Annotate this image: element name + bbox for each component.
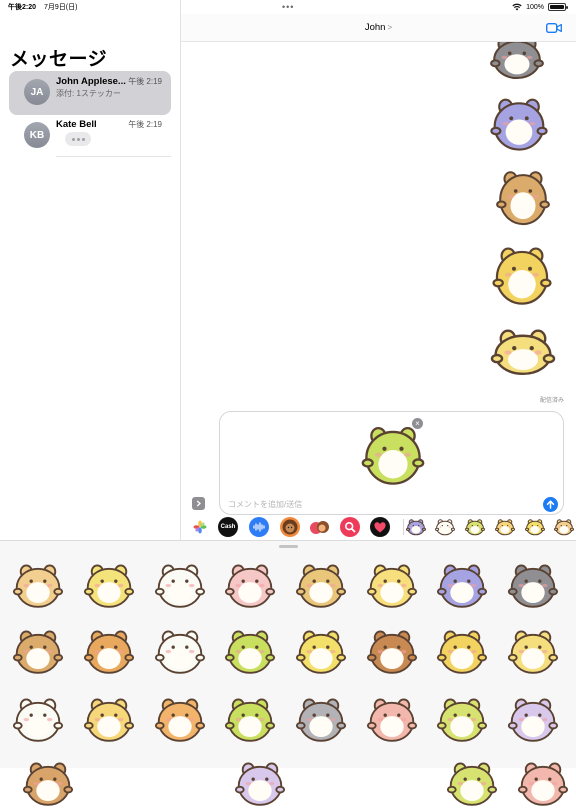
drawer-sticker-purple-cat[interactable] <box>405 517 427 537</box>
sticker-white-sheep[interactable] <box>152 557 208 613</box>
grabber-handle[interactable] <box>279 545 298 548</box>
chevron-right-icon <box>196 500 201 507</box>
sticker-green-croc[interactable] <box>222 691 278 747</box>
sticker-green-frog[interactable] <box>434 691 490 747</box>
conversation-name: Kate Bell <box>56 119 97 130</box>
delivered-status: 配信済み <box>539 398 564 404</box>
sticker-red-panda[interactable] <box>20 755 76 811</box>
sticker-grey-mouse[interactable] <box>293 691 349 747</box>
sticker-yellow-cat[interactable] <box>364 557 420 613</box>
sent-sticker-purple-cat[interactable] <box>487 89 551 157</box>
sent-sticker-otter[interactable] <box>493 160 553 232</box>
video-call-icon[interactable] <box>546 22 562 34</box>
photos-app-icon[interactable] <box>190 517 210 537</box>
drawer-sticker-avocado[interactable] <box>464 517 486 537</box>
sticker-purple-cat[interactable] <box>434 557 490 613</box>
memoji-face-icon <box>282 519 298 535</box>
audio-message-icon[interactable] <box>249 517 269 537</box>
sticker-pink-pig[interactable] <box>515 755 571 811</box>
waveform-icon <box>253 522 265 532</box>
drawer-sticker-chick[interactable] <box>524 517 546 537</box>
sticker-pink-bunny[interactable] <box>222 557 278 613</box>
sticker-green-frog[interactable] <box>444 755 500 811</box>
battery-percent: 100% <box>526 3 544 11</box>
message-composer[interactable]: × コメントを追加/送信 <box>219 411 564 515</box>
conversation-name: John Applese... <box>56 76 126 87</box>
sticker-cow[interactable] <box>10 691 66 747</box>
divider <box>56 156 171 157</box>
conversation-time: 午後 2:19 <box>128 120 162 129</box>
avatar: JA <box>24 79 50 105</box>
sticker-turtle[interactable] <box>505 623 561 679</box>
conversation-header: John > <box>181 14 576 42</box>
status-time: 午後2:20 <box>8 4 37 11</box>
memoji-app-icon[interactable] <box>280 517 300 537</box>
sticker-green-dino[interactable] <box>222 623 278 679</box>
conversation-preview: 添付: 1ステッカー <box>56 89 121 98</box>
memoji-stickers-app-icon[interactable] <box>310 517 330 537</box>
conversation-row-john[interactable]: JA John Applese... 午後 2:19 添付: 1ステッカー <box>9 71 171 115</box>
sticker-hamster[interactable] <box>10 557 66 613</box>
drawer-sticker-shiba[interactable] <box>494 517 516 537</box>
images-search-app-icon[interactable] <box>340 517 360 537</box>
drawer-sticker-hamster[interactable] <box>553 517 575 537</box>
digital-touch-app-icon[interactable] <box>370 517 390 537</box>
sidebar-title: メッセージ <box>10 49 108 70</box>
sent-sticker-turtle[interactable] <box>487 324 559 380</box>
status-date: 7月9日(日) <box>44 4 78 11</box>
sticker-yellow-bunny[interactable] <box>81 557 137 613</box>
sticker-lion[interactable] <box>434 623 490 679</box>
remove-attachment-button[interactable]: × <box>412 418 423 429</box>
stickers-stack-icon <box>310 521 329 534</box>
message-input[interactable]: コメントを追加/送信 <box>228 499 302 510</box>
conversation-row-kate[interactable]: KB Kate Bell 午後 2:19 <box>9 114 171 158</box>
sticker-white-bunny[interactable] <box>152 623 208 679</box>
sticker-pink-pig[interactable] <box>364 691 420 747</box>
sticker-shiba-dog[interactable] <box>81 691 137 747</box>
status-right: 100% <box>512 3 568 11</box>
apple-cash-app-icon[interactable]: Cash <box>218 517 238 537</box>
app-drawer: Cash <box>181 517 576 539</box>
sticker-brown-otter[interactable] <box>10 623 66 679</box>
conversation-sidebar: メッセージ JA John Applese... 午後 2:19 添付: 1ステ… <box>0 0 181 540</box>
wifi-icon <box>512 3 522 11</box>
sticker-tiger[interactable] <box>152 691 208 747</box>
status-bar: 午後2:20 7月9日(日) ••• 100% <box>0 0 576 14</box>
multitasking-dots-icon[interactable]: ••• <box>282 2 294 12</box>
sticker-brown-poodle[interactable] <box>364 623 420 679</box>
message-transcript[interactable] <box>181 42 576 402</box>
drawer-sticker-white-bunny[interactable] <box>434 517 456 537</box>
avatar: KB <box>24 122 50 148</box>
heart-icon <box>374 521 386 532</box>
sent-sticker-seal[interactable] <box>487 42 547 84</box>
sticker-purple-owl[interactable] <box>505 691 561 747</box>
sent-sticker-lion[interactable] <box>489 236 555 312</box>
sticker-grey-seal[interactable] <box>505 557 561 613</box>
photos-icon <box>193 520 207 534</box>
contact-name: John <box>364 22 386 33</box>
sticker-hedgehog[interactable] <box>293 557 349 613</box>
arrow-up-icon <box>546 500 555 509</box>
conversation-time: 午後 2:19 <box>128 77 162 86</box>
sticker-purple-owl[interactable] <box>232 755 288 811</box>
sticker-picker[interactable] <box>0 540 576 806</box>
drawer-divider <box>403 519 404 535</box>
sticker-yellow-chick[interactable] <box>293 623 349 679</box>
send-button[interactable] <box>543 497 558 512</box>
battery-fill <box>550 5 564 9</box>
chevron-right-icon: > <box>387 23 393 32</box>
contact-name-button[interactable]: John > <box>181 22 576 33</box>
search-icon <box>344 521 356 533</box>
typing-indicator <box>65 132 91 146</box>
sticker-orange-hamster[interactable] <box>81 623 137 679</box>
expand-apps-button[interactable] <box>192 497 205 510</box>
battery-icon <box>548 3 568 11</box>
